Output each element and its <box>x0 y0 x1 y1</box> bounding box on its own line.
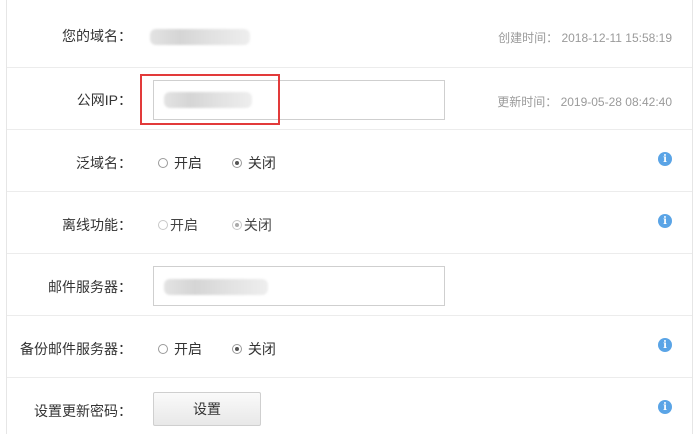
wildcard-label: 泛域名： <box>76 155 132 171</box>
backup-mail-radio-group: 开启 关闭 <box>158 339 302 359</box>
wildcard-off-radio[interactable]: 关闭 <box>231 153 276 173</box>
radio-label: 开启 <box>170 217 198 233</box>
backup-mail-on-radio[interactable]: 开启 <box>158 339 202 359</box>
info-icon[interactable]: i <box>658 152 672 166</box>
radio-circle-checked <box>231 158 242 168</box>
radio-label: 关闭 <box>243 217 272 233</box>
row-password: 设置更新密码： 设置 i <box>7 378 692 434</box>
radio-circle-checked <box>231 220 242 230</box>
public-ip-label: 公网IP： <box>76 92 132 108</box>
ddns-settings-panel: 您的域名： 创建时间： 2018-12-11 15:58:19 公网IP： 更新… <box>6 0 693 434</box>
row-public-ip: 公网IP： 更新时间： 2019-05-28 08:42:40 <box>7 68 692 130</box>
domain-label: 您的域名： <box>62 28 132 44</box>
updated-time: 更新时间： 2019-05-28 08:42:40 <box>497 95 672 109</box>
row-domain: 您的域名： 创建时间： 2018-12-11 15:58:19 <box>7 0 692 68</box>
mail-server-value-blurred <box>164 279 268 295</box>
set-password-button[interactable]: 设置 <box>153 392 261 426</box>
radio-circle <box>158 220 168 230</box>
password-label: 设置更新密码： <box>34 403 132 419</box>
radio-circle <box>158 158 168 168</box>
offline-on-radio: 开启 <box>158 215 198 235</box>
row-backup-mail: 备份邮件服务器： 开启 关闭 i <box>7 316 692 378</box>
row-wildcard: 泛域名： 开启 关闭 i <box>7 130 692 192</box>
ip-highlight-box <box>140 74 280 125</box>
radio-circle <box>158 344 168 354</box>
wildcard-radio-group: 开启 关闭 <box>158 153 302 173</box>
radio-label: 开启 <box>174 341 202 357</box>
info-icon[interactable]: i <box>658 214 672 228</box>
radio-circle-checked <box>231 344 242 354</box>
radio-label: 关闭 <box>247 341 276 357</box>
offline-radio-group: 开启 关闭 <box>158 215 298 235</box>
offline-label: 离线功能： <box>62 217 132 233</box>
offline-off-radio: 关闭 <box>231 215 272 235</box>
info-icon[interactable]: i <box>658 338 672 352</box>
mail-server-field[interactable] <box>153 266 445 306</box>
created-time: 创建时间： 2018-12-11 15:58:19 <box>498 31 672 45</box>
backup-mail-off-radio[interactable]: 关闭 <box>231 339 276 359</box>
radio-label: 开启 <box>174 155 202 171</box>
backup-mail-label: 备份邮件服务器： <box>20 341 132 357</box>
row-mail-server: 邮件服务器： <box>7 254 692 316</box>
wildcard-on-radio[interactable]: 开启 <box>158 153 202 173</box>
mail-server-label: 邮件服务器： <box>48 279 132 295</box>
row-offline: 离线功能： 开启 关闭 i <box>7 192 692 254</box>
domain-value-blurred <box>150 29 250 45</box>
info-icon[interactable]: i <box>658 400 672 414</box>
radio-label: 关闭 <box>247 155 276 171</box>
